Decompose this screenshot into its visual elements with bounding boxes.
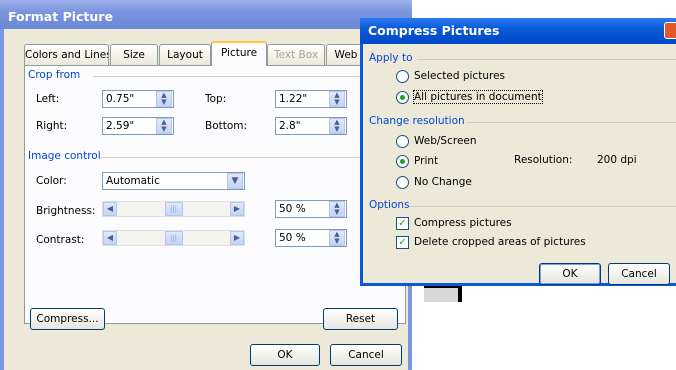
options-divider (409, 206, 676, 207)
resolution-value: 200 dpi (597, 154, 637, 166)
radio-all-pictures[interactable] (396, 91, 409, 104)
tab-layout[interactable]: Layout (159, 44, 211, 65)
apply-to-divider (417, 59, 676, 60)
brightness-slider[interactable]: ◀ ||| ▶ (102, 201, 245, 217)
crop-bottom-spinner[interactable]: ▲ ▼ (329, 118, 345, 134)
tab-picture[interactable]: Picture (211, 41, 267, 66)
contrast-slider[interactable]: ◀ ||| ▶ (102, 230, 245, 246)
format-picture-dialog: Format Picture Colors and Lines Size Lay… (0, 0, 412, 370)
right-label: Right: (36, 120, 68, 132)
brightness-thumb[interactable]: ||| (164, 202, 183, 216)
image-control-group-label: Image control (28, 150, 101, 162)
brightness-increase-button[interactable]: ▶ (230, 202, 244, 216)
format-picture-titlebar[interactable]: Format Picture (0, 0, 412, 29)
reset-button[interactable]: Reset (323, 308, 398, 330)
compress-pictures-option-label[interactable]: Compress pictures (414, 217, 512, 229)
all-pictures-label[interactable]: All pictures in document (413, 90, 543, 104)
compress-pictures-checkbox[interactable]: ✓ (396, 217, 409, 230)
image-control-divider (101, 157, 393, 158)
contrast-spinner[interactable]: ▲ ▼ (329, 230, 345, 246)
format-picture-cancel-button[interactable]: Cancel (330, 344, 402, 366)
contrast-increase-button[interactable]: ▶ (230, 231, 244, 245)
compress-cancel-button[interactable]: Cancel (608, 263, 670, 285)
chevron-down-icon[interactable]: ▼ (227, 173, 243, 189)
document-picture-fragment (424, 286, 462, 302)
radio-dot (400, 159, 405, 164)
crop-left-spinner[interactable]: ▲ ▼ (156, 91, 172, 107)
left-label: Left: (36, 93, 60, 105)
brightness-spinner[interactable]: ▲ ▼ (329, 201, 345, 217)
delete-cropped-option-label[interactable]: Delete cropped areas of pictures (414, 236, 586, 248)
bottom-label: Bottom: (205, 120, 248, 132)
radio-dot (400, 95, 405, 100)
brightness-label: Brightness: (36, 205, 96, 217)
compress-pictures-client: Apply to Selected pictures All pictures … (363, 44, 676, 285)
compress-ok-button[interactable]: OK (539, 263, 601, 285)
top-label: Top: (205, 93, 227, 105)
picture-tab-page: Crop from Left: 0.75" ▲ ▼ Top: 1.22" ▲ ▼ R… (24, 65, 406, 330)
crop-top-spinner[interactable]: ▲ ▼ (329, 91, 345, 107)
crop-right-spinner[interactable]: ▲ ▼ (156, 118, 172, 134)
compress-pictures-titlebar[interactable]: Compress Pictures (360, 18, 676, 44)
format-picture-ok-button[interactable]: OK (250, 344, 320, 366)
change-resolution-group-label: Change resolution (369, 115, 465, 127)
contrast-decrease-button[interactable]: ◀ (103, 231, 117, 245)
tab-size[interactable]: Size (110, 44, 158, 65)
print-label[interactable]: Print (414, 155, 438, 167)
compress-button[interactable]: Compress... (30, 308, 105, 330)
apply-to-group-label: Apply to (369, 52, 413, 64)
contrast-label: Contrast: (36, 234, 85, 246)
web-screen-label[interactable]: Web/Screen (414, 135, 477, 147)
brightness-decrease-button[interactable]: ◀ (103, 202, 117, 216)
tab-colors-and-lines[interactable]: Colors and Lines (24, 44, 109, 65)
radio-print[interactable] (396, 155, 409, 168)
color-label: Color: (36, 175, 67, 187)
tab-text-box[interactable]: Text Box (267, 44, 325, 65)
delete-cropped-checkbox[interactable]: ✓ (396, 236, 409, 249)
resolution-label: Resolution: (514, 154, 573, 166)
crop-from-divider (93, 76, 393, 77)
selected-pictures-label[interactable]: Selected pictures (414, 70, 505, 82)
radio-web-screen[interactable] (396, 135, 409, 148)
format-picture-title: Format Picture (8, 9, 113, 24)
crop-from-group-label: Crop from (28, 69, 81, 81)
change-resolution-divider (467, 122, 676, 123)
contrast-thumb[interactable]: ||| (164, 231, 183, 245)
color-dropdown[interactable]: Automatic (102, 172, 245, 190)
close-icon[interactable] (664, 22, 676, 39)
compress-pictures-dialog: Compress Pictures Apply to Selected pict… (360, 18, 676, 286)
compress-pictures-title: Compress Pictures (368, 23, 500, 38)
options-group-label: Options (369, 199, 410, 211)
no-change-label[interactable]: No Change (414, 176, 472, 188)
radio-no-change[interactable] (396, 176, 409, 189)
radio-selected-pictures[interactable] (396, 70, 409, 83)
